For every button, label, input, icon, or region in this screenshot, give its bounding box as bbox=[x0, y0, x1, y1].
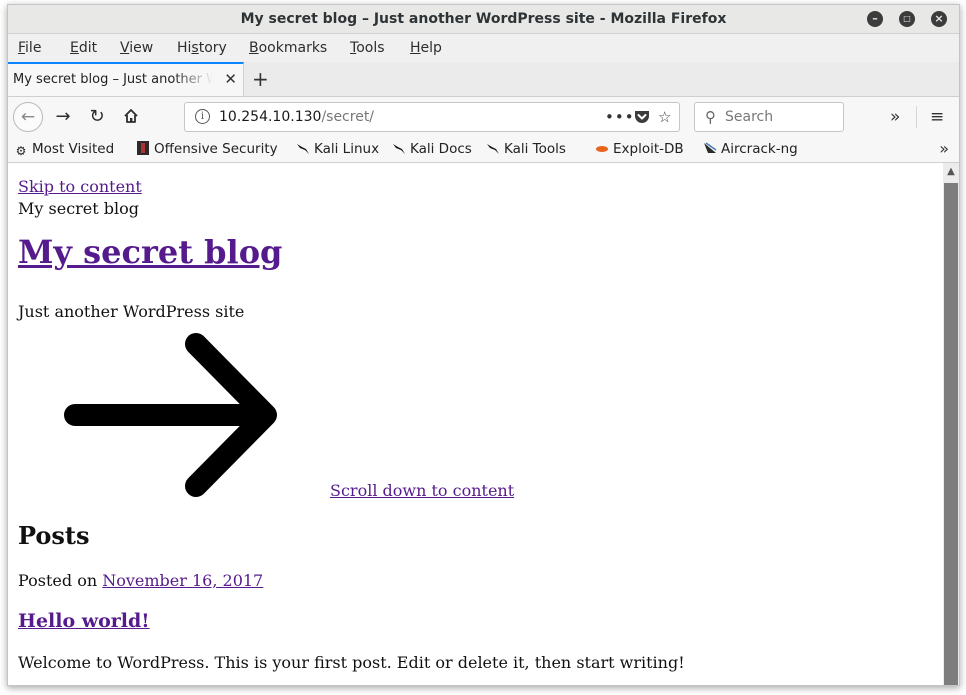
window-title: My secret blog – Just another WordPress … bbox=[240, 11, 727, 27]
search-icon: ⚲ bbox=[705, 108, 716, 126]
pocket-icon[interactable] bbox=[634, 109, 650, 128]
page-actions-icon[interactable]: ••• bbox=[605, 103, 635, 131]
browser-window: My secret blog – Just another WordPress … bbox=[7, 4, 960, 686]
aircrack-icon bbox=[703, 141, 717, 155]
menu-history[interactable]: History bbox=[177, 34, 227, 62]
menu-help[interactable]: Help bbox=[410, 34, 442, 62]
menu-edit[interactable]: Edit bbox=[70, 34, 97, 62]
offsec-icon bbox=[136, 141, 150, 155]
bookmark-star-icon[interactable]: ☆ bbox=[658, 103, 671, 131]
skip-to-content-link[interactable]: Skip to content bbox=[18, 177, 142, 196]
menu-bookmarks[interactable]: Bookmarks bbox=[249, 34, 327, 62]
scroll-up-icon[interactable]: ▲ bbox=[943, 163, 959, 181]
hamburger-menu-icon[interactable]: ≡ bbox=[930, 103, 944, 131]
bookmark-label: Most Visited bbox=[32, 141, 115, 157]
tab-title: My secret blog – Just another WordPress … bbox=[13, 72, 213, 87]
bookmark-label: Offensive Security bbox=[154, 141, 278, 157]
site-info-icon[interactable]: i bbox=[195, 109, 210, 124]
search-box[interactable]: ⚲ bbox=[694, 102, 844, 132]
site-title-link[interactable]: My secret blog bbox=[18, 233, 282, 271]
bookmark-exploit-db[interactable]: Exploit-DB bbox=[595, 137, 684, 161]
overflow-chevron-icon[interactable]: » bbox=[890, 103, 900, 131]
site-tagline: Just another WordPress site bbox=[18, 302, 245, 321]
tab-active[interactable]: My secret blog – Just another WordPress … bbox=[8, 62, 244, 96]
bookmark-most-visited[interactable]: ⚙ Most Visited bbox=[14, 137, 115, 161]
toolbar-separator bbox=[916, 106, 917, 128]
kali-dragon-icon bbox=[392, 141, 406, 155]
tab-strip: My secret blog – Just another WordPress … bbox=[8, 62, 959, 97]
post-meta: Posted on November 16, 2017 bbox=[18, 571, 263, 590]
reload-icon[interactable]: ↻ bbox=[84, 103, 110, 131]
posts-heading: Posts bbox=[18, 521, 90, 550]
url-text[interactable]: 10.254.10.130/secret/ bbox=[219, 103, 374, 131]
site-title-small: My secret blog bbox=[18, 199, 140, 218]
bookmark-label: Exploit-DB bbox=[613, 141, 684, 157]
page-content: Skip to content My secret blog My secret… bbox=[8, 163, 943, 685]
bookmarks-overflow-icon[interactable]: » bbox=[939, 137, 949, 161]
bookmark-label: Kali Docs bbox=[410, 141, 472, 157]
arrow-right-icon bbox=[64, 333, 277, 497]
bookmark-kali-linux[interactable]: Kali Linux bbox=[296, 137, 379, 161]
scroll-down-link[interactable]: Scroll down to content bbox=[330, 481, 514, 500]
maximize-icon[interactable]: □ bbox=[899, 11, 915, 27]
url-bar[interactable]: i 10.254.10.130/secret/ ••• ☆ bbox=[184, 102, 680, 132]
close-window-icon[interactable]: × bbox=[931, 11, 947, 27]
forward-arrow-icon[interactable]: → bbox=[50, 103, 76, 131]
post-title-link[interactable]: Hello world! bbox=[18, 610, 150, 632]
bookmark-label: Kali Tools bbox=[504, 141, 566, 157]
bookmarks-toolbar: ⚙ Most Visited Offensive Security Kali Li… bbox=[8, 137, 959, 163]
bookmark-label: Aircrack-ng bbox=[721, 141, 798, 157]
scrollbar-thumb[interactable] bbox=[944, 183, 958, 685]
close-tab-icon[interactable]: ✕ bbox=[224, 64, 237, 95]
kali-dragon-icon bbox=[296, 141, 310, 155]
kali-dragon-icon bbox=[486, 141, 500, 155]
new-tab-button[interactable]: + bbox=[252, 62, 269, 96]
url-host: 10.254.10.130 bbox=[219, 109, 322, 125]
menu-view[interactable]: View bbox=[120, 34, 153, 62]
bookmark-label: Kali Linux bbox=[314, 141, 380, 157]
navigation-toolbar: ← → ↻ i 10.254.10.130/secret/ ••• ☆ ⚲ Se… bbox=[8, 97, 959, 137]
exploitdb-icon bbox=[595, 141, 609, 155]
bookmark-kali-docs[interactable]: Kali Docs bbox=[392, 137, 472, 161]
home-icon[interactable] bbox=[118, 103, 144, 131]
search-input[interactable] bbox=[725, 106, 835, 128]
bookmark-kali-tools[interactable]: Kali Tools bbox=[486, 137, 566, 161]
back-arrow-icon[interactable]: ← bbox=[13, 102, 43, 132]
title-bar: My secret blog – Just another WordPress … bbox=[8, 5, 959, 34]
url-path: /secret/ bbox=[321, 109, 375, 125]
menu-bar: File Edit View History Bookmarks Tools H… bbox=[8, 34, 959, 62]
menu-tools[interactable]: Tools bbox=[350, 34, 385, 62]
bookmark-offensive-security[interactable]: Offensive Security bbox=[136, 137, 278, 161]
posted-on-label: Posted on bbox=[18, 571, 98, 590]
menu-file[interactable]: File bbox=[18, 34, 41, 62]
minimize-icon[interactable]: – bbox=[867, 11, 883, 27]
bookmark-aircrack-ng[interactable]: Aircrack-ng bbox=[703, 137, 798, 161]
post-excerpt: Welcome to WordPress. This is your first… bbox=[18, 653, 685, 672]
post-date-link[interactable]: November 16, 2017 bbox=[102, 571, 263, 590]
vertical-scrollbar[interactable]: ▲ bbox=[943, 163, 959, 685]
gear-icon: ⚙ bbox=[15, 144, 27, 158]
